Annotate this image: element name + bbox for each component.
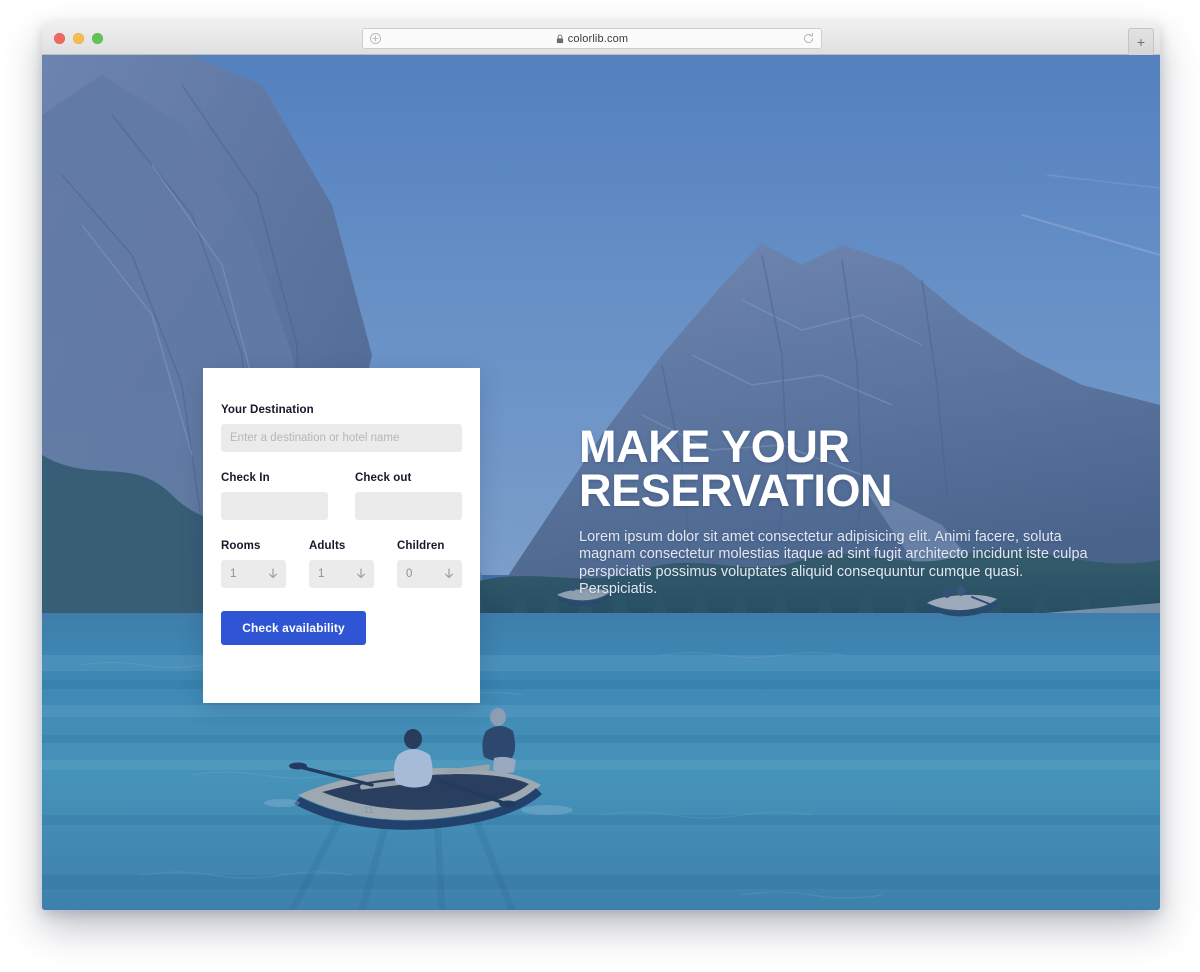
new-tab-button[interactable]: + [1128,28,1154,55]
maximize-window-button[interactable] [92,33,103,44]
reload-icon[interactable] [802,32,815,45]
check-out-input[interactable] [355,492,462,520]
check-out-group: Check out [355,472,462,520]
close-window-button[interactable] [54,33,65,44]
circle-plus-icon[interactable] [369,32,382,45]
chevron-down-icon [268,568,278,579]
booking-form-card: Your Destination Check In Check out Room… [203,368,480,703]
hero-subtitle: Lorem ipsum dolor sit amet consectetur a… [579,529,1088,597]
adults-value: 1 [318,568,325,580]
chevron-down-icon [356,568,366,579]
children-select[interactable]: 0 [397,560,462,588]
check-in-group: Check In [221,472,328,520]
adults-select[interactable]: 1 [309,560,374,588]
children-label: Children [397,540,445,552]
url-text: colorlib.com [567,32,629,45]
rooms-group: Rooms 1 [221,540,286,588]
svg-text:11: 11 [364,805,373,815]
page-viewport: 11 MAKE YOUR RESERVATION Lorem ipsum dol… [42,55,1160,910]
adults-group: Adults 1 [309,540,374,588]
address-bar[interactable]: colorlib.com [362,28,822,49]
lock-icon [556,34,563,43]
hero-copy: MAKE YOUR RESERVATION Lorem ipsum dolor … [579,421,1094,598]
occupancy-row: Rooms 1 Adults 1 Children 0 [221,540,462,588]
new-tab-label: + [1136,34,1146,50]
children-value: 0 [406,568,413,580]
adults-label: Adults [309,540,346,552]
rooms-select[interactable]: 1 [221,560,286,588]
date-row: Check In Check out [221,472,462,520]
destination-label: Your Destination [221,404,314,416]
window-controls [54,33,103,44]
destination-input[interactable] [221,424,462,452]
rooms-label: Rooms [221,540,261,552]
chevron-down-icon [444,568,454,579]
children-group: Children 0 [397,540,462,588]
check-in-input[interactable] [221,492,328,520]
hero-title: MAKE YOUR RESERVATION [579,421,893,516]
check-availability-button[interactable]: Check availability [221,611,366,645]
browser-window: colorlib.com + 11 MAKE YOUR RESERVATION … [42,22,1160,910]
check-in-label: Check In [221,472,270,484]
rooms-value: 1 [230,568,237,580]
check-out-label: Check out [355,472,412,484]
minimize-window-button[interactable] [73,33,84,44]
browser-titlebar: colorlib.com + [42,22,1160,55]
url-display: colorlib.com [382,33,802,45]
